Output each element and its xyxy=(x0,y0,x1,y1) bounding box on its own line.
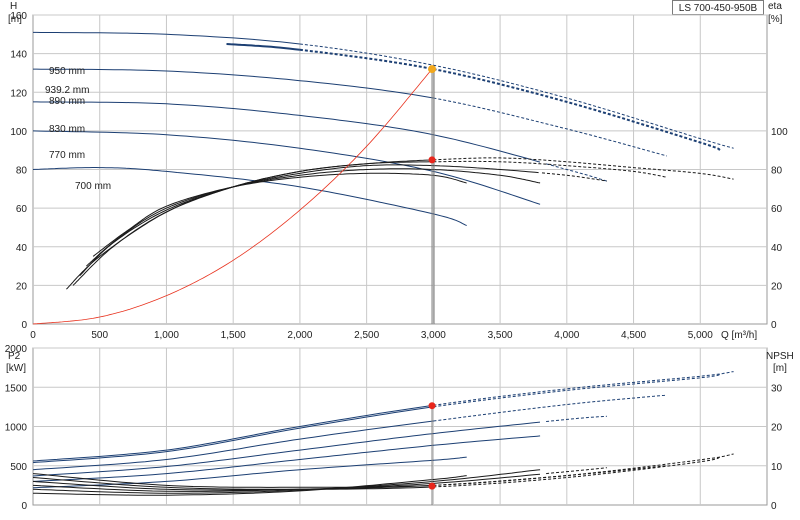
head-curve-extension xyxy=(545,163,608,182)
duty-point-power xyxy=(428,402,436,410)
head-curve xyxy=(32,167,467,226)
npsh-tick-label: 0 xyxy=(771,501,777,512)
npsh-tick-label: 10 xyxy=(771,462,783,473)
y-tick-label-right: 100 xyxy=(771,127,788,138)
x-tick-label: 4,500 xyxy=(621,330,646,341)
diameter-label: 890 mm xyxy=(49,96,85,107)
efficiency-curve xyxy=(92,172,467,257)
p2-axis-unit: [kW] xyxy=(6,363,26,374)
y-tick-label-right: 40 xyxy=(771,243,783,254)
y-tick-label-left: 100 xyxy=(10,127,27,138)
p2-tick-label: 1500 xyxy=(5,383,28,394)
y-tick-label-right: 0 xyxy=(771,320,777,331)
x-tick-label: 3,500 xyxy=(488,330,513,341)
head-curve-extension xyxy=(299,48,721,152)
npsh-axis-label: NPSH xyxy=(766,351,794,362)
efficiency-curve-extension xyxy=(541,172,607,182)
efficiency-curve xyxy=(66,159,434,290)
x-tick-label: 2,000 xyxy=(287,330,312,341)
p2-tick-label: 500 xyxy=(10,462,27,473)
y-tick-label-left: 20 xyxy=(16,281,28,292)
x-tick-label: 2,500 xyxy=(354,330,379,341)
duty-point-efficiency xyxy=(428,156,436,164)
npsh-curve-extension xyxy=(433,465,667,486)
x-tick-label: 500 xyxy=(91,330,108,341)
x-tick-label: 4,000 xyxy=(554,330,579,341)
y-axis-label-left: H xyxy=(10,1,17,12)
y-axis-unit-right: [%] xyxy=(768,14,783,25)
y-tick-label-right: 80 xyxy=(771,166,783,177)
x-tick-label: 1,000 xyxy=(154,330,179,341)
x-tick-label: 3,000 xyxy=(421,330,446,341)
diameter-label: 770 mm xyxy=(49,150,85,161)
head-curve-extension xyxy=(299,43,734,149)
x-axis-label: Q [m³/h] xyxy=(721,330,757,341)
head-curve xyxy=(226,43,301,51)
p2-tick-label: 1000 xyxy=(5,423,28,434)
y-tick-label-left: 60 xyxy=(16,204,28,215)
y-tick-label-left: 0 xyxy=(21,320,27,331)
npsh-curve-extension xyxy=(433,455,721,488)
y-tick-label-left: 80 xyxy=(16,166,28,177)
x-tick-label: 5,000 xyxy=(688,330,713,341)
power-curve-extension xyxy=(433,394,667,422)
y-tick-label-right: 20 xyxy=(771,281,783,292)
diameter-label: 950 mm xyxy=(49,66,85,77)
head-curve-extension xyxy=(433,97,668,157)
pump-performance-chart: 0 500 1,000 1,500 2,000 2,500 3,000 3,500 4,000 4… xyxy=(5,1,794,512)
x-tick-label: 1,500 xyxy=(221,330,246,341)
duty-point-head xyxy=(428,65,437,74)
y-axis-unit-left: [m] xyxy=(8,14,22,25)
p2-axis-label: P2 xyxy=(8,351,21,362)
npsh-tick-label: 30 xyxy=(771,383,783,394)
npsh-tick-label: 20 xyxy=(771,423,783,434)
duty-point-npsh xyxy=(428,482,436,490)
y-axis-label-right: eta xyxy=(768,1,782,12)
y-tick-label-left: 140 xyxy=(10,50,27,61)
y-tick-label-left: 40 xyxy=(16,243,28,254)
diameter-label: 830 mm xyxy=(49,124,85,135)
y-tick-label-right: 60 xyxy=(771,204,783,215)
npsh-curve-extension xyxy=(546,467,607,475)
power-curve xyxy=(32,435,541,482)
power-curve-extension xyxy=(546,415,607,422)
npsh-axis-unit: [m] xyxy=(773,363,787,374)
p2-tick-label: 0 xyxy=(21,501,27,512)
diameter-label: 939.2 mm xyxy=(45,85,89,96)
y-tick-label-left: 120 xyxy=(10,88,27,99)
diameter-label: 700 mm xyxy=(75,181,111,192)
x-tick-label: 0 xyxy=(30,330,36,341)
efficiency-curve xyxy=(86,168,541,267)
